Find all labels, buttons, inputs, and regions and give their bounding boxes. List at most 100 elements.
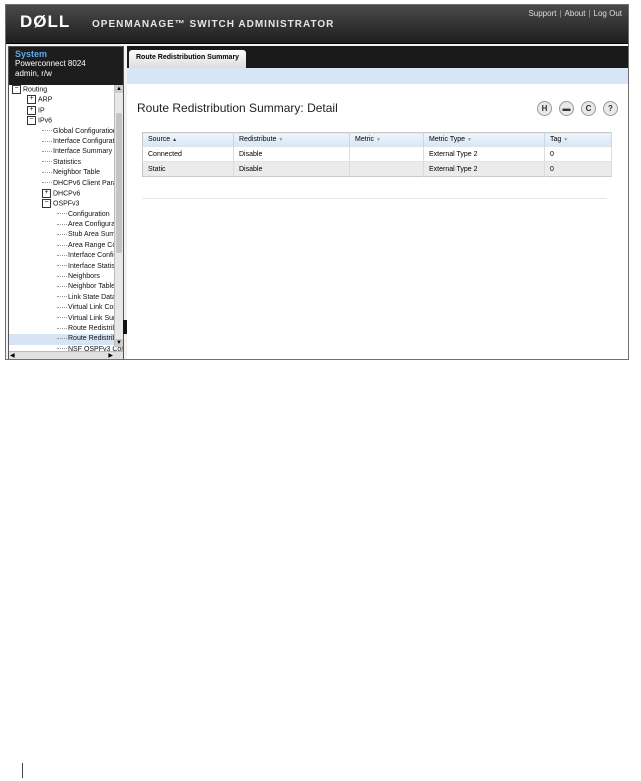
table-cell: 0	[544, 161, 612, 177]
tab-route-redistribution-summary[interactable]: Route Redistribution Summary	[129, 50, 247, 68]
table-row[interactable]: Static Disable External Type 20	[142, 161, 612, 177]
about-link[interactable]: About	[565, 9, 586, 18]
table-cell: Disable	[233, 146, 350, 162]
nav-item[interactable]: Virtual Link Configuration	[9, 303, 123, 313]
user-label: admin, r/w	[15, 69, 52, 78]
column-header-redistribute[interactable]: Redistribute ▼	[233, 132, 350, 147]
nav-item[interactable]: − OSPFv3	[9, 199, 123, 209]
nav-item[interactable]: DHCPv6 Client Parameters	[9, 179, 123, 189]
logout-link[interactable]: Log Out	[594, 9, 622, 18]
nav-item-label: Interface Configuration	[53, 137, 123, 145]
scroll-up-icon[interactable]: ▲	[115, 85, 123, 93]
tree-connector	[57, 234, 67, 236]
nav-vertical-scrollbar[interactable]: ▲ ▼	[114, 85, 123, 347]
page-margin-mark	[22, 763, 23, 778]
table-cell	[349, 146, 424, 162]
nav-item-label: Configuration	[68, 210, 110, 218]
nav-item[interactable]: Area Range Configuration	[9, 241, 123, 251]
navigation-panel: System Powerconnect 8024 admin, r/w − Rou…	[8, 46, 124, 359]
nav-item[interactable]: Statistics	[9, 158, 123, 168]
header-bar: DØLL OPENMANAGE™ SWITCH ADMINISTRATOR Su…	[6, 5, 628, 44]
nav-item[interactable]: Configuration	[9, 210, 123, 220]
tree-connector	[57, 244, 67, 246]
tree-connector	[57, 275, 67, 277]
nav-header: System Powerconnect 8024 admin, r/w	[9, 47, 123, 85]
expand-icon[interactable]: +	[42, 188, 51, 198]
column-header-source[interactable]: Source ▲	[142, 132, 234, 147]
sort-icon: ▼	[278, 137, 284, 143]
summary-table: Source ▲ Redistribute ▼ Metric ▼ Metric …	[142, 132, 612, 177]
nav-item[interactable]: Neighbor Table	[9, 168, 123, 178]
table-cell: Static	[142, 161, 234, 177]
nav-horizontal-scrollbar[interactable]: ◀ ▶	[9, 351, 123, 359]
nav-item-label: Global Configuration	[53, 127, 117, 135]
nav-item[interactable]: Area Configuration	[9, 220, 123, 230]
print-icon[interactable]: ▬	[559, 101, 574, 116]
tree-connector	[57, 254, 67, 256]
nav-item[interactable]: Link State Database	[9, 293, 123, 303]
nav-item-label: IPv6	[38, 117, 53, 125]
nav-item[interactable]: Stub Area Summary	[9, 230, 123, 240]
collapse-icon[interactable]: −	[27, 116, 36, 126]
nav-item[interactable]: + ARP	[9, 95, 123, 105]
nav-item[interactable]: Route Redistribution Configuration	[9, 324, 123, 334]
tree-connector	[42, 182, 52, 184]
toolbar: H ▬ C?	[530, 98, 618, 116]
nav-item[interactable]: Neighbors	[9, 272, 123, 282]
nav-item-label: DHCPv6	[53, 190, 81, 198]
expand-icon[interactable]: +	[27, 105, 36, 115]
collapse-icon[interactable]: −	[12, 85, 21, 94]
tree-connector	[57, 213, 67, 215]
table-header-row: Source ▲ Redistribute ▼ Metric ▼ Metric …	[142, 132, 612, 147]
screenshot-frame: DØLL OPENMANAGE™ SWITCH ADMINISTRATOR Su…	[5, 4, 629, 360]
tree-connector	[57, 348, 67, 350]
table-cell: 0	[544, 146, 612, 162]
main-content: Route Redistribution Summary	[127, 46, 628, 359]
tree-connector	[42, 130, 52, 132]
nav-item[interactable]: Global Configuration	[9, 127, 123, 137]
refresh-icon[interactable]: C	[581, 101, 596, 116]
help-icon[interactable]: ?	[603, 101, 618, 116]
tab-band	[127, 68, 628, 84]
table-cell: External Type 2	[423, 146, 545, 162]
table-cell: Disable	[233, 161, 350, 177]
column-header-tag[interactable]: Tag ▼	[544, 132, 612, 147]
sort-icon: ▼	[467, 137, 472, 143]
expand-icon[interactable]: +	[27, 95, 36, 105]
tree-connector	[57, 338, 67, 340]
tree-connector	[42, 171, 52, 173]
tree-connector	[57, 327, 67, 329]
nav-item[interactable]: − IPv6	[9, 116, 123, 126]
nav-item[interactable]: + IP	[9, 105, 123, 116]
collapse-icon[interactable]: −	[42, 199, 51, 209]
nav-item[interactable]: Interface Configuration	[9, 251, 123, 261]
sort-icon: ▼	[376, 137, 381, 143]
nav-item[interactable]: − Routing	[9, 85, 123, 95]
nav-item[interactable]: Neighbor Table	[9, 282, 123, 292]
table-row[interactable]: Connected Disable External Type 20	[142, 146, 612, 162]
tree-connector	[42, 161, 52, 163]
nav-item-label: Neighbor Table	[68, 283, 115, 291]
nav-item[interactable]: + DHCPv6	[9, 188, 123, 199]
nav-item[interactable]: Interface Summary	[9, 147, 123, 157]
nav-system-label[interactable]: System	[15, 49, 120, 59]
nav-tree: − Routing + ARP + IP − IPv6 Global Configuration…	[9, 85, 123, 355]
tree-connector	[57, 306, 67, 308]
support-link[interactable]: Support	[528, 9, 556, 18]
divider	[142, 198, 607, 199]
link-separator: |	[588, 9, 591, 18]
column-header-metric-type[interactable]: Metric Type ▼	[423, 132, 545, 147]
scroll-left-icon[interactable]: ◀	[10, 352, 15, 359]
column-header-metric[interactable]: Metric ▼	[349, 132, 424, 147]
nav-item[interactable]: Virtual Link Summary	[9, 314, 123, 324]
nav-item[interactable]: Interface Statistics	[9, 262, 123, 272]
sort-icon: ▼	[563, 137, 569, 143]
nav-item[interactable]: Interface Configuration	[9, 137, 123, 147]
save-icon[interactable]: H	[537, 101, 552, 116]
scroll-thumb[interactable]	[116, 113, 122, 253]
nav-item-label: Neighbors	[68, 273, 100, 281]
nav-item-label: Interface Summary	[53, 148, 113, 156]
scroll-down-icon[interactable]: ▼	[115, 339, 123, 347]
scroll-right-icon[interactable]: ▶	[108, 352, 113, 359]
nav-item[interactable]: Route Redistribution Summary	[9, 334, 123, 345]
